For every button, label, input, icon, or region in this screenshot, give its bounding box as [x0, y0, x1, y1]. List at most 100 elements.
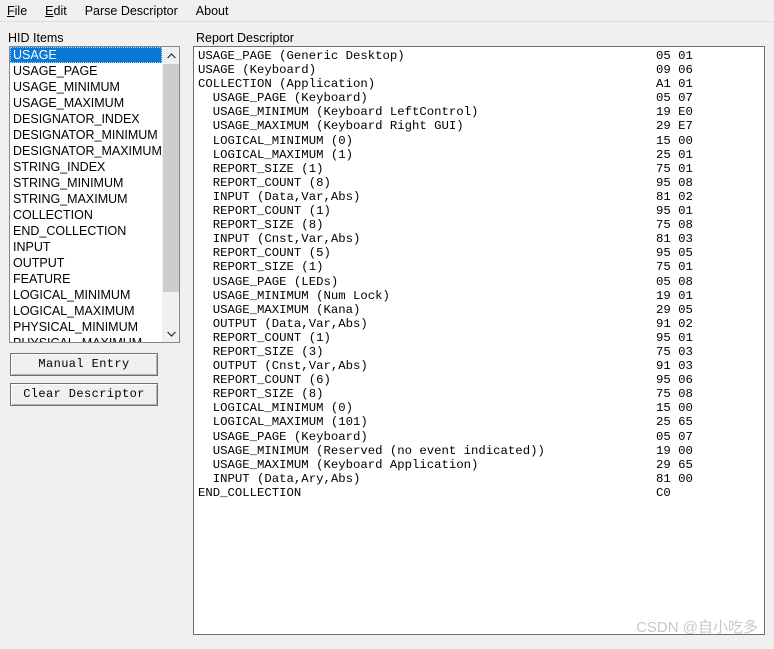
descriptor-line: USAGE_PAGE (Keyboard) 05 07	[194, 430, 764, 444]
descriptor-item-text: REPORT_SIZE (8)	[198, 218, 324, 233]
menu-item-parse-descriptor[interactable]: Parse Descriptor	[85, 2, 187, 20]
descriptor-item-text: USAGE_MINIMUM (Reserved (no event indica…	[198, 443, 545, 458]
list-item[interactable]: STRING_INDEX	[10, 159, 162, 175]
descriptor-line: REPORT_COUNT (6) 95 06	[194, 373, 764, 387]
descriptor-line: USAGE_MAXIMUM (Kana) 29 05	[194, 303, 764, 317]
descriptor-item-text: LOGICAL_MINIMUM (0)	[198, 133, 353, 148]
list-item[interactable]: USAGE	[10, 47, 162, 63]
descriptor-item-text: REPORT_SIZE (1)	[198, 161, 324, 176]
descriptor-item-hex: 75 08	[656, 387, 693, 402]
menu-bar-separator	[0, 21, 774, 22]
list-item[interactable]: PHYSICAL_MAXIMUM	[10, 335, 162, 342]
descriptor-line: LOGICAL_MINIMUM (0) 15 00	[194, 134, 764, 148]
descriptor-item-text: OUTPUT (Data,Var,Abs)	[198, 316, 368, 331]
descriptor-item-text: REPORT_SIZE (3)	[198, 344, 324, 359]
menu-item-file[interactable]: File	[7, 2, 36, 20]
descriptor-item-hex: 95 01	[656, 330, 693, 345]
descriptor-line: USAGE_MINIMUM (Keyboard LeftControl) 19 E…	[194, 105, 764, 119]
descriptor-line: USAGE_PAGE (LEDs) 05 08	[194, 275, 764, 289]
menu-item-edit[interactable]: Edit	[45, 2, 76, 20]
list-item[interactable]: LOGICAL_MINIMUM	[10, 287, 162, 303]
descriptor-item-hex: 15 00	[656, 401, 693, 416]
descriptor-item-hex: 81 03	[656, 232, 693, 247]
descriptor-item-hex: 29 E7	[656, 119, 693, 134]
descriptor-item-text: USAGE_PAGE (Generic Desktop)	[198, 49, 405, 63]
manual-entry-button[interactable]: Manual Entry	[10, 353, 158, 376]
list-item[interactable]: STRING_MINIMUM	[10, 175, 162, 191]
watermark: CSDN @自小吃多	[636, 619, 758, 636]
descriptor-item-text: REPORT_COUNT (6)	[198, 373, 331, 388]
descriptor-item-text: END_COLLECTION	[198, 485, 302, 500]
list-item[interactable]: COLLECTION	[10, 207, 162, 223]
list-item[interactable]: DESIGNATOR_MINIMUM	[10, 127, 162, 143]
descriptor-item-text: REPORT_COUNT (1)	[198, 330, 331, 345]
descriptor-item-text: LOGICAL_MAXIMUM (101)	[198, 415, 368, 430]
report-descriptor-lines: USAGE_PAGE (Generic Desktop) 05 01 USAGE (…	[194, 47, 764, 500]
menu-item-about[interactable]: About	[196, 2, 238, 20]
list-item[interactable]: USAGE_PAGE	[10, 63, 162, 79]
descriptor-line: USAGE (Keyboard) 09 06	[194, 63, 764, 77]
hid-items-listbox[interactable]: USAGE USAGE_PAGE USAGE_MINIMUM USAGE_MAXIMU…	[9, 46, 180, 343]
descriptor-item-hex: 05 08	[656, 274, 693, 289]
descriptor-line: REPORT_SIZE (8) 75 08	[194, 218, 764, 232]
list-item[interactable]: OUTPUT	[10, 255, 162, 271]
descriptor-item-hex: 75 01	[656, 161, 693, 176]
descriptor-item-text: USAGE_MAXIMUM (Keyboard Right GUI)	[198, 119, 464, 134]
descriptor-item-text: LOGICAL_MINIMUM (0)	[198, 401, 353, 416]
descriptor-item-text: COLLECTION (Application)	[198, 77, 376, 92]
list-item[interactable]: PHYSICAL_MINIMUM	[10, 319, 162, 335]
descriptor-item-hex: 25 01	[656, 147, 693, 162]
scrollbar-thumb[interactable]	[163, 64, 179, 292]
descriptor-item-text: REPORT_COUNT (1)	[198, 204, 331, 219]
descriptor-item-hex: 81 02	[656, 189, 693, 204]
descriptor-item-hex: 19 00	[656, 443, 693, 458]
descriptor-item-hex: C0	[656, 485, 671, 500]
menu-mnemonic: E	[45, 3, 54, 18]
descriptor-item-hex: 05 07	[656, 429, 693, 444]
descriptor-item-hex: 95 08	[656, 175, 693, 190]
descriptor-line: REPORT_SIZE (1) 75 01	[194, 260, 764, 274]
descriptor-line: REPORT_COUNT (5) 95 05	[194, 246, 764, 260]
descriptor-item-text: INPUT (Cnst,Var,Abs)	[198, 232, 361, 247]
descriptor-item-text: LOGICAL_MAXIMUM (1)	[198, 147, 353, 162]
descriptor-item-text: USAGE_PAGE (Keyboard)	[198, 91, 368, 106]
descriptor-item-hex: 81 00	[656, 471, 693, 486]
list-item[interactable]: USAGE_MAXIMUM	[10, 95, 162, 111]
hid-items-list[interactable]: USAGE USAGE_PAGE USAGE_MINIMUM USAGE_MAXIMU…	[10, 47, 162, 342]
menu-bar: File Edit Parse Descriptor About	[0, 0, 774, 21]
list-item[interactable]: STRING_MAXIMUM	[10, 191, 162, 207]
list-item[interactable]: LOGICAL_MAXIMUM	[10, 303, 162, 319]
descriptor-item-text: REPORT_COUNT (8)	[198, 175, 331, 190]
list-item[interactable]: DESIGNATOR_MAXIMUM	[10, 143, 162, 159]
descriptor-item-text: REPORT_SIZE (8)	[198, 387, 324, 402]
descriptor-item-text: USAGE_PAGE (Keyboard)	[198, 429, 368, 444]
descriptor-line: OUTPUT (Cnst,Var,Abs) 91 03	[194, 359, 764, 373]
descriptor-line: REPORT_SIZE (1) 75 01	[194, 162, 764, 176]
chevron-down-icon[interactable]	[163, 325, 179, 342]
descriptor-item-hex: 75 03	[656, 344, 693, 359]
descriptor-item-hex: 29 05	[656, 302, 693, 317]
descriptor-line: COLLECTION (Application) A1 01	[194, 77, 764, 91]
list-item[interactable]: DESIGNATOR_INDEX	[10, 111, 162, 127]
list-item[interactable]: USAGE_MINIMUM	[10, 79, 162, 95]
list-item[interactable]: FEATURE	[10, 271, 162, 287]
report-descriptor-panel[interactable]: USAGE_PAGE (Generic Desktop) 05 01 USAGE (…	[193, 46, 765, 635]
descriptor-item-hex: 95 05	[656, 246, 693, 261]
descriptor-line: END_COLLECTION C0	[194, 486, 764, 500]
descriptor-item-hex: 91 02	[656, 316, 693, 331]
descriptor-item-text: USAGE (Keyboard)	[198, 63, 317, 78]
list-item[interactable]: INPUT	[10, 239, 162, 255]
descriptor-item-text: REPORT_SIZE (1)	[198, 260, 324, 275]
list-item[interactable]: END_COLLECTION	[10, 223, 162, 239]
descriptor-line: INPUT (Cnst,Var,Abs) 81 03	[194, 232, 764, 246]
descriptor-item-text: USAGE_MINIMUM (Num Lock)	[198, 288, 390, 303]
hid-items-label: HID Items	[8, 31, 64, 45]
hid-items-scrollbar[interactable]	[162, 47, 179, 342]
descriptor-item-text: USAGE_MAXIMUM (Keyboard Application)	[198, 457, 479, 472]
descriptor-item-text: OUTPUT (Cnst,Var,Abs)	[198, 359, 368, 374]
descriptor-item-text: REPORT_COUNT (5)	[198, 246, 331, 261]
descriptor-line: INPUT (Data,Ary,Abs) 81 00	[194, 472, 764, 486]
chevron-up-icon[interactable]	[163, 47, 179, 64]
descriptor-line: REPORT_COUNT (8) 95 08	[194, 176, 764, 190]
clear-descriptor-button[interactable]: Clear Descriptor	[10, 383, 158, 406]
